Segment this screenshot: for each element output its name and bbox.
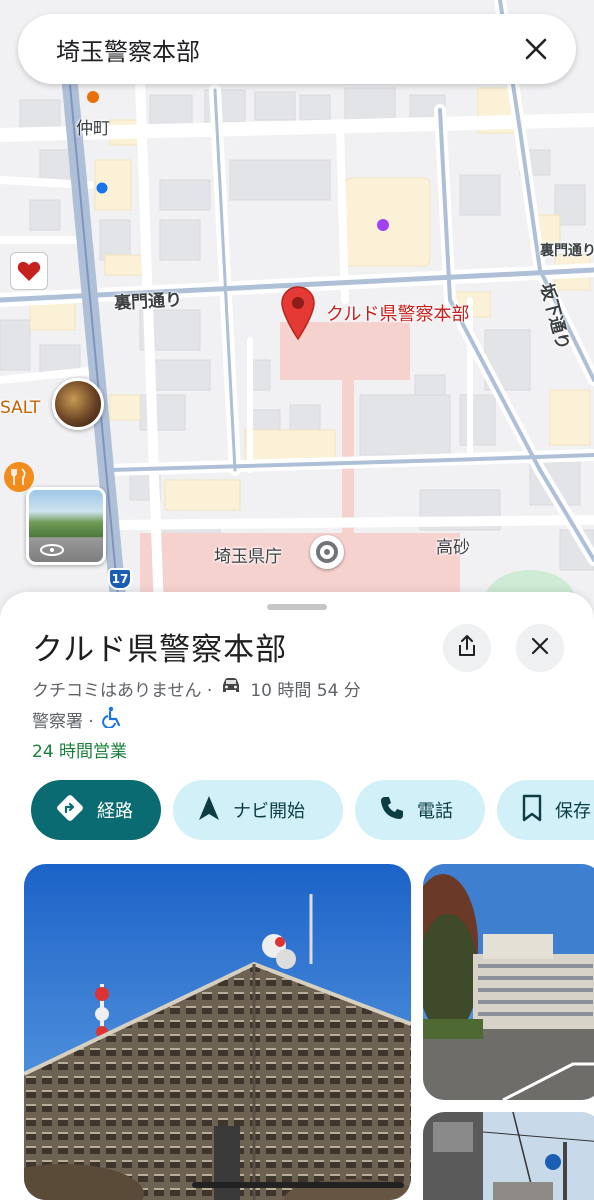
- reviews-text: クチコミはありません ·: [32, 681, 213, 701]
- start-navigation-label: ナビ開始: [233, 801, 305, 822]
- close-icon: [531, 637, 549, 659]
- route-number: 17: [111, 572, 129, 586]
- poi-badge-icon[interactable]: [10, 252, 48, 290]
- location-pin-icon[interactable]: [280, 285, 316, 341]
- call-button[interactable]: 電話: [355, 780, 485, 840]
- share-button[interactable]: [443, 624, 491, 672]
- call-label: 電話: [417, 801, 453, 822]
- route-shield: 17: [108, 568, 132, 590]
- map-view[interactable]: 仲町 裏門通り 裏門通り 坂下通り クルド県警察本部 埼玉県庁 高砂 SALT …: [0, 0, 594, 640]
- save-button[interactable]: 保存: [497, 780, 594, 840]
- directions-label: 経路: [97, 801, 133, 822]
- map-label-uramon-dori: 裏門通り: [113, 290, 183, 314]
- navigation-icon: [197, 794, 221, 827]
- opening-hours: 24 時間営業: [32, 742, 128, 762]
- phone-icon: [379, 795, 405, 826]
- share-icon: [456, 634, 478, 662]
- place-meta-row: クチコミはありません · 10 時間 54 分: [32, 676, 361, 701]
- map-label-uramon-dori-right: 裏門通り: [540, 243, 594, 259]
- wheelchair-icon: [101, 706, 122, 733]
- map-label-salt: SALT: [0, 398, 41, 418]
- category-text: 警察署 ·: [32, 712, 94, 732]
- search-query[interactable]: 埼玉警察本部: [56, 32, 516, 67]
- search-bar[interactable]: 埼玉警察本部: [18, 14, 576, 84]
- car-icon: [220, 677, 242, 700]
- home-indicator[interactable]: [192, 1182, 404, 1188]
- street-view-thumbnail[interactable]: [26, 487, 106, 565]
- directions-icon: [55, 793, 85, 828]
- place-category-row: 警察署 ·: [32, 706, 122, 733]
- transit-marker-icon[interactable]: [310, 535, 344, 569]
- map-label-prefectural-office: 埼玉県庁: [214, 547, 282, 567]
- directions-button[interactable]: 経路: [31, 780, 161, 840]
- map-label-takasago: 高砂: [436, 538, 470, 558]
- restaurant-icon[interactable]: [4, 462, 34, 492]
- map-label-nakamachi: 仲町: [76, 119, 110, 139]
- start-navigation-button[interactable]: ナビ開始: [173, 780, 343, 840]
- place-title: クルド県警察本部: [32, 632, 288, 668]
- drive-time: 10 時間 54 分: [250, 681, 361, 701]
- pin-place-label[interactable]: クルド県警察本部: [326, 300, 469, 326]
- bookmark-icon: [521, 794, 543, 827]
- close-icon[interactable]: [516, 29, 556, 69]
- close-sheet-button[interactable]: [516, 624, 564, 672]
- place-photo-3[interactable]: [423, 1112, 594, 1200]
- place-photo-2[interactable]: [423, 864, 594, 1100]
- rotate-icon: [39, 542, 65, 556]
- place-photo-main[interactable]: [24, 864, 411, 1200]
- sheet-drag-handle[interactable]: [267, 604, 327, 610]
- save-label: 保存: [555, 801, 591, 822]
- poi-photo-marker[interactable]: [52, 378, 104, 430]
- place-sheet[interactable]: クルド県警察本部 クチコミはありません · 10 時間 54 分 警察署 · 2…: [0, 592, 594, 1200]
